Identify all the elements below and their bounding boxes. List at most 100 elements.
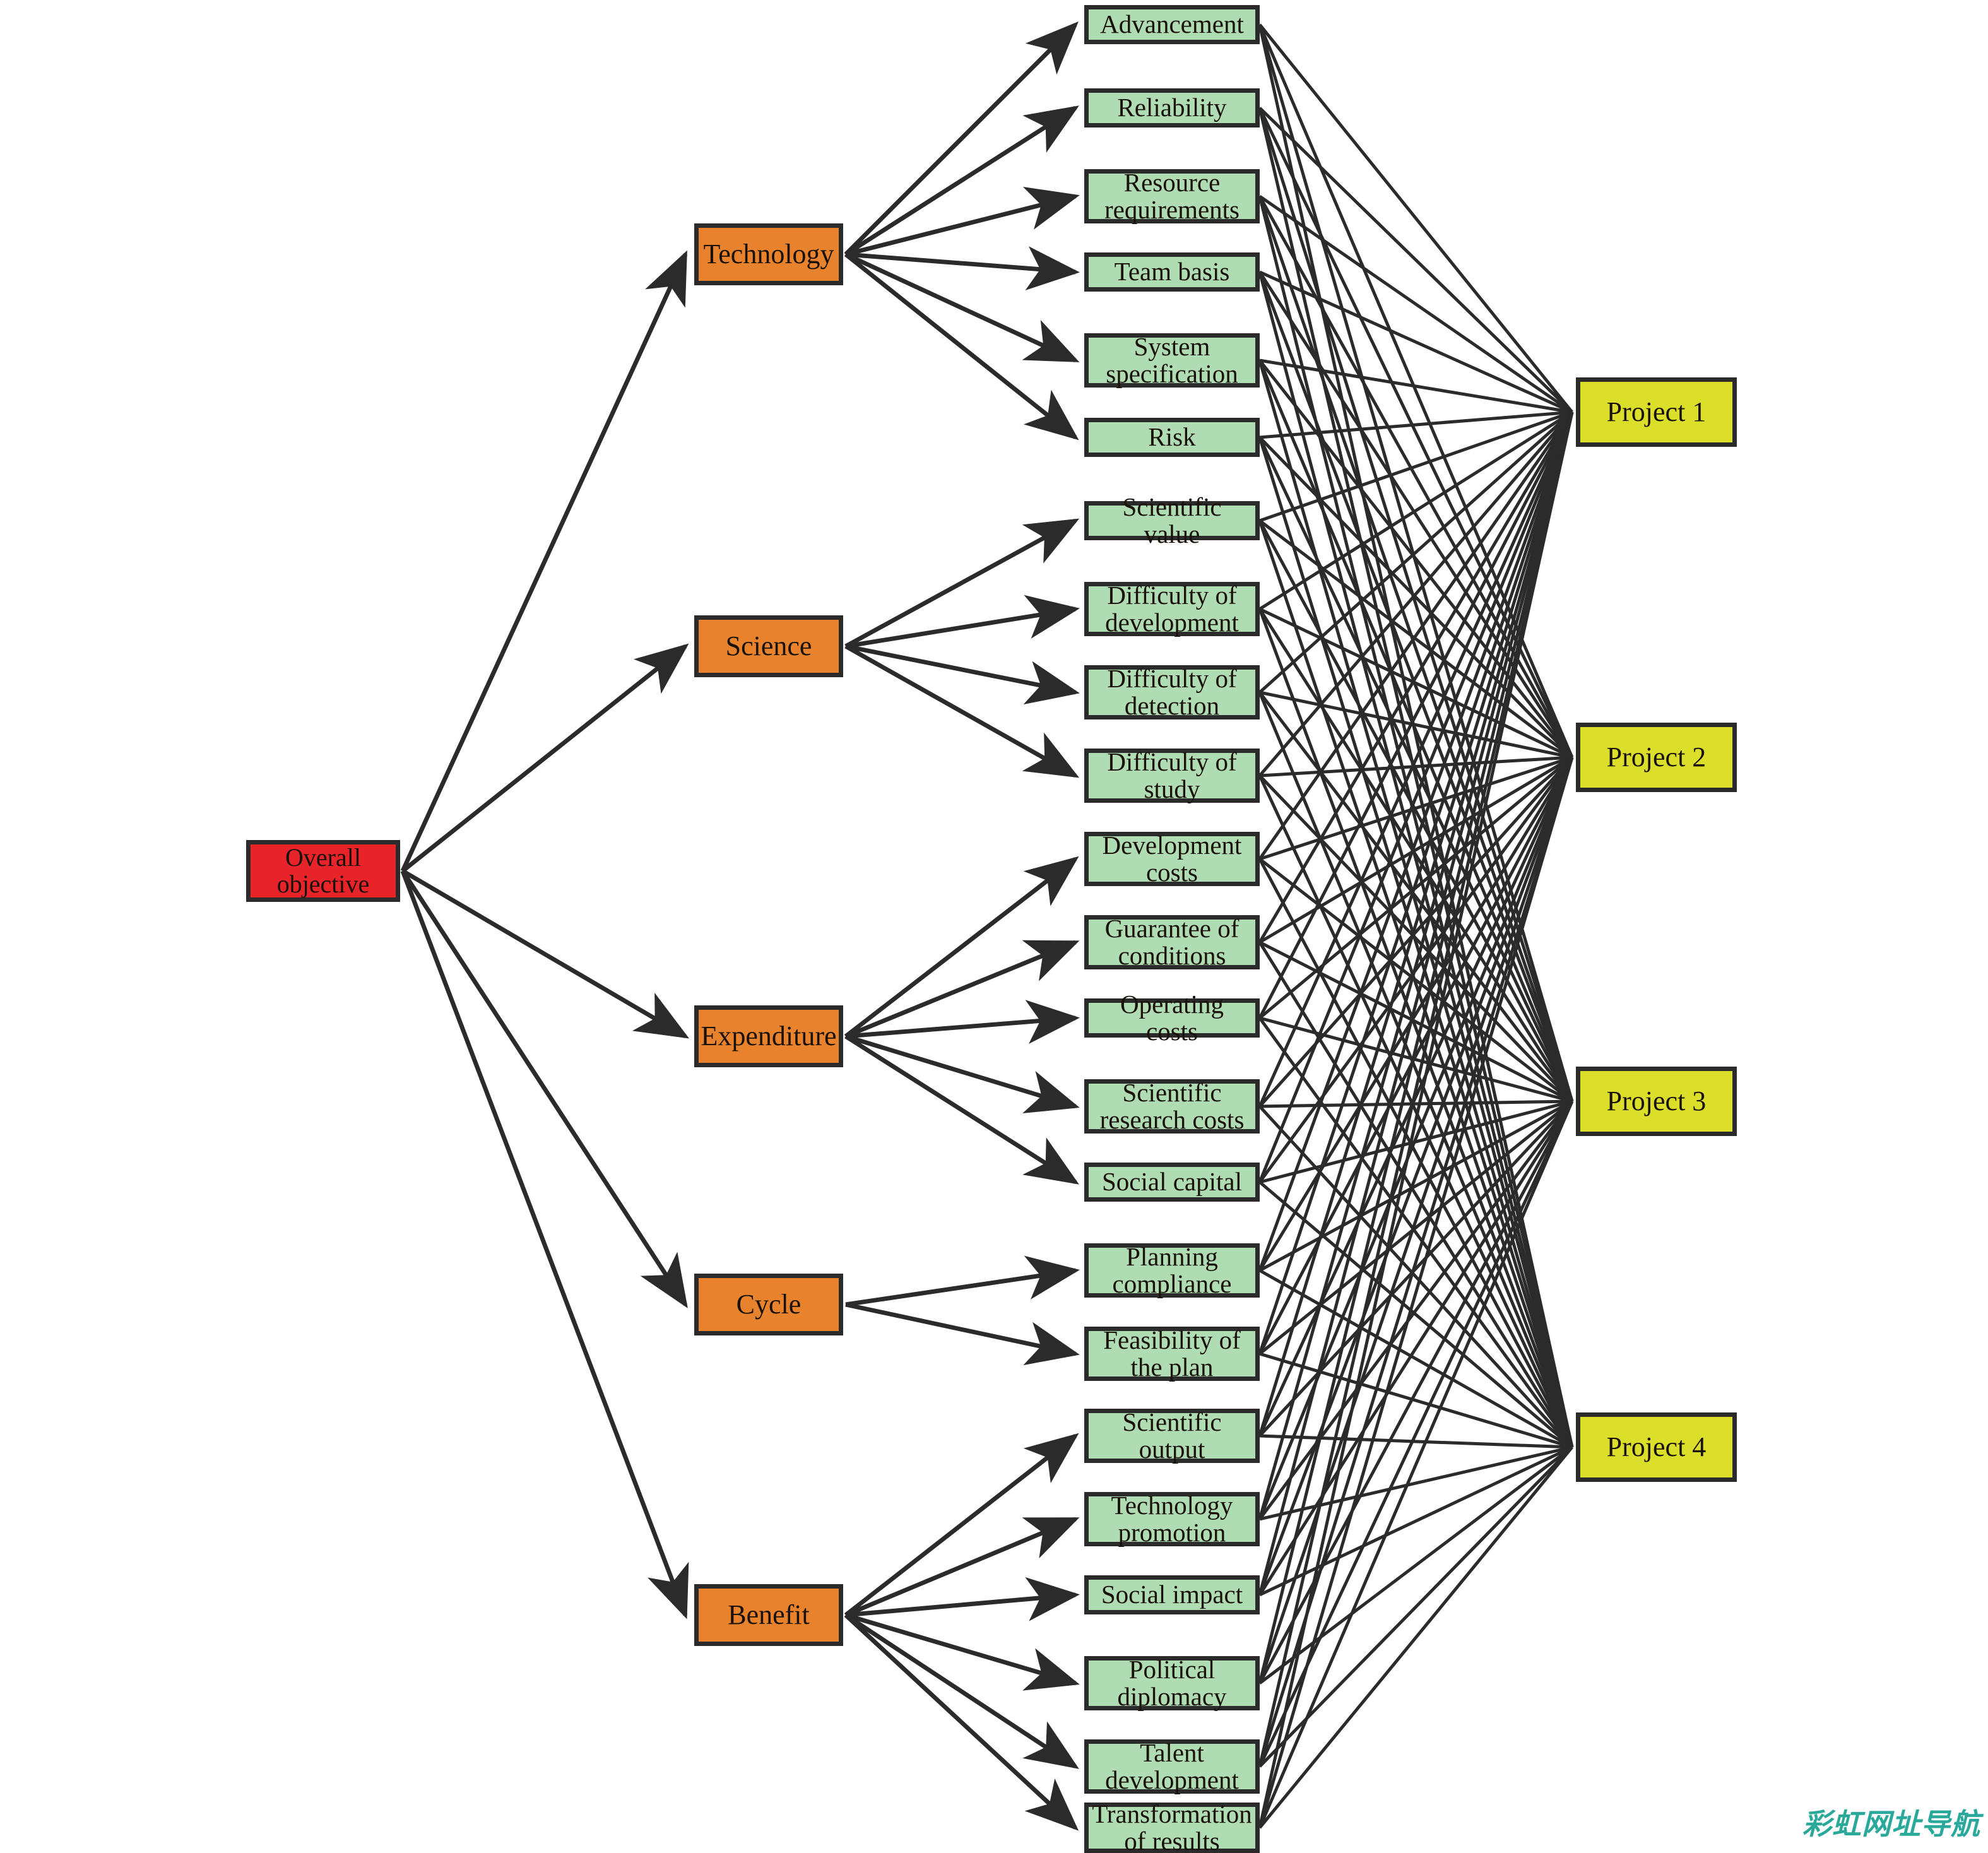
node-criterion-risk[interactable]: Risk <box>1084 418 1260 457</box>
edge-scientific-value-to-project-3 <box>1258 519 1574 1103</box>
edge-difficulty-detection-to-project-4 <box>1258 692 1574 1448</box>
node-alternative-project-1-label: Project 1 <box>1606 396 1707 427</box>
node-criterion-difficulty-development-label-line1: Difficulty of <box>1107 580 1237 610</box>
node-criterion-talent-development[interactable]: Talent development <box>1084 1739 1260 1794</box>
node-criterion-scientific-research-costs[interactable]: Scientific research costs <box>1084 1079 1260 1134</box>
edge-scientific-output-to-project-2 <box>1258 756 1574 1437</box>
node-criterion-operating-costs[interactable]: Operating costs <box>1084 990 1260 1045</box>
edge-planning-compliance-to-project-1 <box>1258 411 1574 1271</box>
node-alternative-project-3[interactable]: Project 3 <box>1576 1067 1737 1136</box>
node-criterion-planning-compliance-label-line1: Planning <box>1126 1241 1218 1271</box>
edges-criterion-to-alternative <box>1258 23 1574 1829</box>
edge-scientific-output-to-project-4 <box>1259 1434 1573 1449</box>
node-category-science[interactable]: Science <box>694 615 843 677</box>
edge-expenditure-to-operating-costs <box>845 1000 1080 1045</box>
edge-science-to-difficulty-study <box>844 644 1080 778</box>
node-criterion-difficulty-study[interactable]: Difficulty of study <box>1084 748 1260 803</box>
node-criterion-development-costs-label-line1: Development <box>1102 830 1242 860</box>
edge-difficulty-development-to-project-3 <box>1258 608 1574 1103</box>
node-criterion-talent-development-label: Talent development <box>1101 1739 1243 1794</box>
node-criterion-technology-promotion-label: Technology promotion <box>1108 1491 1237 1547</box>
node-criterion-political-diplomacy-label-line1: Political <box>1128 1654 1216 1684</box>
edge-difficulty-study-to-project-3 <box>1258 774 1573 1103</box>
edge-reliability-to-project-1 <box>1258 107 1573 413</box>
node-criterion-technology-promotion[interactable]: Technology promotion <box>1084 1491 1260 1547</box>
edge-system-specification-to-project-4 <box>1258 360 1574 1448</box>
edge-scientific-research-costs-to-project-2 <box>1258 756 1573 1108</box>
edge-scientific-research-costs-to-project-4 <box>1258 1105 1573 1448</box>
node-criterion-difficulty-detection-label-line1: Difficulty of <box>1107 663 1237 693</box>
edge-operating-costs-to-project-4 <box>1258 1017 1574 1448</box>
edge-scientific-value-to-project-2 <box>1258 519 1573 759</box>
edge-benefit-to-talent-development <box>844 1613 1079 1769</box>
node-criterion-development-costs-label: Development costs <box>1099 830 1246 887</box>
edge-benefit-to-political-diplomacy <box>845 1613 1080 1691</box>
node-alternative-project-4[interactable]: Project 4 <box>1576 1412 1737 1482</box>
node-criterion-planning-compliance-label-line2: compliance <box>1112 1269 1232 1298</box>
edge-social-capital-to-project-2 <box>1258 756 1574 1183</box>
edge-operating-costs-to-project-1 <box>1258 411 1574 1019</box>
node-criterion-scientific-output[interactable]: Scientific output <box>1084 1408 1260 1463</box>
edge-advancement-to-project-1 <box>1258 23 1573 413</box>
edge-technology-to-resource-requirements <box>845 186 1080 257</box>
node-criterion-advancement[interactable]: Advancement <box>1084 5 1260 44</box>
node-category-benefit[interactable]: Benefit <box>694 1584 843 1646</box>
node-criterion-transformation-results[interactable]: Transformation of results <box>1084 1800 1260 1853</box>
edge-difficulty-development-to-project-4 <box>1258 608 1574 1448</box>
node-criterion-political-diplomacy[interactable]: Political diplomacy <box>1084 1654 1260 1711</box>
edge-risk-to-project-4 <box>1258 437 1574 1448</box>
edge-science-to-difficulty-development <box>845 595 1080 649</box>
node-criterion-difficulty-study-label: Difficulty of study <box>1103 748 1240 803</box>
edge-science-to-difficulty-detection <box>845 644 1080 705</box>
node-criterion-social-capital-label: Social capital <box>1102 1167 1242 1197</box>
edge-risk-to-project-2 <box>1258 436 1573 759</box>
edge-benefit-to-scientific-output <box>844 1433 1079 1617</box>
node-criterion-development-costs[interactable]: Development costs <box>1084 830 1260 887</box>
edge-expenditure-to-guarantee-conditions <box>844 940 1080 1039</box>
node-alternative-project-3-label: Project 3 <box>1606 1085 1707 1116</box>
node-criterion-reliability-label: Reliability <box>1117 93 1227 122</box>
edge-transformation-results-to-project-3 <box>1258 1101 1574 1828</box>
edge-political-diplomacy-to-project-1 <box>1258 411 1574 1684</box>
edge-technology-promotion-to-project-4 <box>1259 1445 1573 1521</box>
edge-advancement-to-project-4 <box>1258 24 1574 1448</box>
node-overall-objective[interactable]: Overall objective <box>246 840 400 902</box>
node-alternative-project-1[interactable]: Project 1 <box>1576 377 1737 447</box>
edge-guarantee-conditions-to-project-1 <box>1258 411 1574 944</box>
node-category-cycle[interactable]: Cycle <box>694 1274 843 1335</box>
edge-resource-requirements-to-project-3 <box>1258 196 1574 1102</box>
node-criterion-resource-requirements-label-line1: Resource <box>1123 167 1221 197</box>
edge-technology-to-team-basis <box>845 246 1080 290</box>
node-criterion-system-specification-label-line2: specification <box>1106 359 1238 388</box>
edge-expenditure-to-scientific-research-costs <box>844 1034 1080 1114</box>
node-criterion-feasibility-plan[interactable]: Feasibility of the plan <box>1084 1326 1260 1381</box>
node-criterion-difficulty-development[interactable]: Difficulty of development <box>1084 580 1260 637</box>
edge-social-impact-to-project-4 <box>1258 1445 1573 1597</box>
edge-benefit-to-transformation-results <box>844 1613 1079 1831</box>
edge-technology-to-system-specification <box>844 252 1080 363</box>
node-category-expenditure[interactable]: Expenditure <box>694 1005 843 1067</box>
node-criterion-team-basis[interactable]: Team basis <box>1084 252 1260 292</box>
node-criterion-difficulty-development-label-line2: development <box>1105 608 1239 637</box>
node-criterion-reliability[interactable]: Reliability <box>1084 88 1260 127</box>
edge-technology-promotion-to-project-3 <box>1258 1100 1574 1520</box>
node-alternative-project-2[interactable]: Project 2 <box>1576 723 1737 792</box>
node-criterion-social-capital[interactable]: Social capital <box>1084 1163 1260 1202</box>
edge-expenditure-to-development-costs <box>844 856 1079 1038</box>
node-criterion-scientific-value[interactable]: Scientific value <box>1084 493 1260 548</box>
edge-team-basis-to-project-4 <box>1258 271 1574 1448</box>
edge-scientific-output-to-project-3 <box>1258 1100 1573 1437</box>
edge-team-basis-to-project-3 <box>1258 271 1574 1102</box>
node-criterion-resource-requirements-label: Resource requirements <box>1101 169 1243 224</box>
node-criterion-guarantee-conditions[interactable]: Guarantee of conditions <box>1084 915 1260 969</box>
node-criterion-resource-requirements-label-line2: requirements <box>1104 195 1240 224</box>
node-criterion-scientific-research-costs-label-line2: research costs <box>1099 1105 1245 1134</box>
node-criterion-social-impact[interactable]: Social impact <box>1084 1575 1260 1614</box>
node-criterion-system-specification[interactable]: System specification <box>1084 333 1260 388</box>
node-criterion-difficulty-detection[interactable]: Difficulty of detection <box>1084 665 1260 719</box>
node-criterion-political-diplomacy-label: Political diplomacy <box>1113 1654 1230 1711</box>
node-category-technology[interactable]: Technology <box>694 223 843 285</box>
node-criterion-guarantee-conditions-label-line2: conditions <box>1118 941 1226 970</box>
node-criterion-resource-requirements[interactable]: Resource requirements <box>1084 169 1260 223</box>
node-criterion-planning-compliance[interactable]: Planning compliance <box>1084 1243 1260 1298</box>
